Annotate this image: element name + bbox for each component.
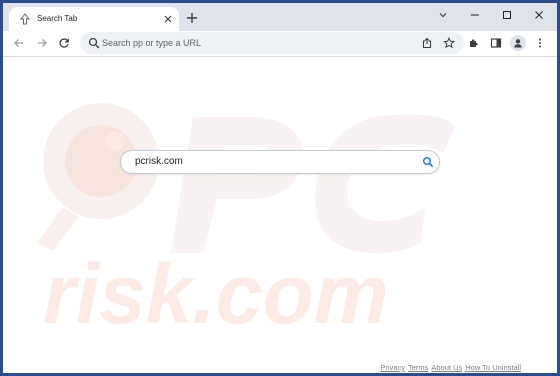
reload-icon[interactable] [56, 35, 72, 51]
minimize-icon[interactable] [461, 6, 489, 24]
search-input-value: pcrisk.com [135, 156, 183, 167]
tab-search[interactable]: Search Tab [9, 7, 179, 31]
terms-link[interactable]: Terms [408, 362, 428, 373]
new-tab-button[interactable] [184, 10, 200, 26]
forward-arrow-icon[interactable] [34, 35, 50, 51]
maximize-icon[interactable] [493, 6, 521, 24]
privacy-link[interactable]: Privacy [380, 362, 405, 373]
address-bar-placeholder: Search pp or type a URL [102, 38, 202, 48]
browser-toolbar: Search pp or type a URL [3, 31, 557, 57]
chevron-down-icon[interactable] [429, 6, 457, 24]
page-content: risk.com pcrisk.com Privacy Terms About … [3, 57, 557, 373]
side-panel-icon[interactable] [488, 35, 504, 51]
browser-window: Search Tab Search pp or type a URL risk.… [3, 3, 557, 373]
close-icon[interactable] [161, 12, 175, 26]
search-icon[interactable] [420, 154, 436, 170]
search-input[interactable]: pcrisk.com [120, 150, 440, 174]
back-arrow-icon[interactable] [11, 35, 27, 51]
address-bar[interactable]: Search pp or type a URL [80, 32, 464, 54]
watermark-text: risk.com [43, 247, 389, 341]
tab-title: Search Tab [37, 14, 78, 23]
bookmark-star-icon[interactable] [441, 35, 457, 51]
share-icon[interactable] [419, 35, 435, 51]
window-close-icon[interactable] [525, 6, 553, 24]
footer-links: Privacy Terms About Us How To Uninstall [380, 362, 521, 373]
kebab-menu-icon[interactable] [532, 35, 548, 51]
how-to-uninstall-link[interactable]: How To Uninstall [465, 362, 521, 373]
up-arrow-icon [18, 12, 32, 26]
profile-avatar-icon[interactable] [510, 35, 526, 51]
about-us-link[interactable]: About Us [431, 362, 462, 373]
pcrisk-watermark: risk.com [37, 103, 455, 341]
search-icon [87, 36, 101, 50]
extensions-puzzle-icon[interactable] [466, 35, 482, 51]
tab-strip: Search Tab [3, 3, 557, 31]
